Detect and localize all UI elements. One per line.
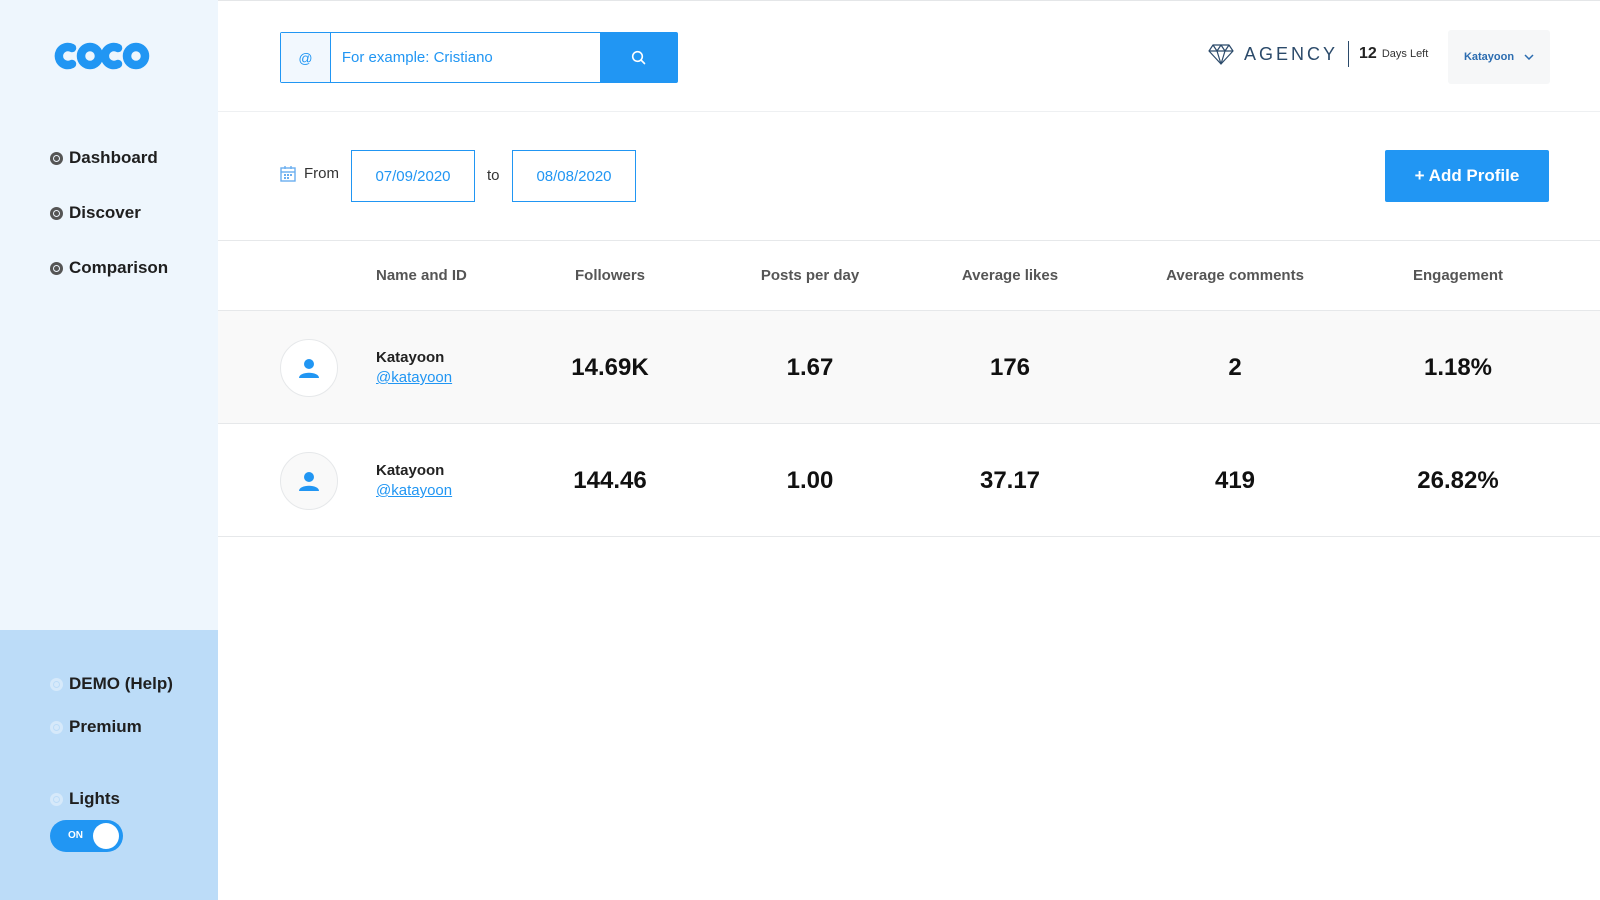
sidebar-bottom-panel <box>0 630 218 900</box>
sidebar-item-demo-help[interactable]: DEMO (Help) <box>50 674 173 694</box>
table-row[interactable]: Katayoon @katayoon 14.69K 1.67 176 2 1.1… <box>218 311 1600 424</box>
lights-toggle[interactable]: ON <box>50 820 123 852</box>
globe-icon <box>50 677 63 691</box>
to-label: to <box>487 167 500 184</box>
engagement-value: 1.18% <box>1423 354 1493 381</box>
column-header: Posts per day <box>760 267 860 284</box>
average-comments-value: 2 <box>1228 354 1242 381</box>
posts-per-day-value: 1.67 <box>786 354 834 381</box>
user-icon <box>299 359 319 378</box>
search-icon <box>631 50 645 64</box>
plan-name: AGENCY <box>1244 43 1339 64</box>
diamond-icon <box>1208 44 1234 65</box>
average-likes-value: 37.17 <box>979 467 1041 494</box>
user-name: Katayoon <box>1463 51 1515 63</box>
table-row[interactable]: Katayoon @katayoon 144.46 1.00 37.17 419… <box>218 424 1600 537</box>
toggle-knob <box>93 823 119 849</box>
column-header: Name and ID <box>376 267 467 284</box>
sidebar-item-label: Premium <box>69 717 142 736</box>
average-comments-value: 419 <box>1214 467 1256 494</box>
sidebar-item-dashboard[interactable]: Dashboard <box>50 148 158 168</box>
posts-per-day-value: 1.00 <box>786 467 834 494</box>
globe-icon <box>50 206 63 220</box>
toggle-state-label: ON <box>68 830 83 841</box>
engagement-value: 26.82% <box>1417 467 1499 494</box>
lights-label-text: Lights <box>69 789 120 808</box>
date-filter-bar: From 07/09/2020 to 08/08/2020 + Add Prof… <box>218 113 1600 241</box>
column-header: Average comments <box>1166 267 1304 284</box>
from-date-field[interactable]: 07/09/2020 <box>351 150 475 202</box>
sidebar-item-label: DEMO (Help) <box>69 674 173 693</box>
at-prefix: @ <box>281 33 331 82</box>
average-likes-value: 176 <box>989 354 1031 381</box>
sidebar-item-premium[interactable]: Premium <box>50 717 142 737</box>
main-content: @ AGENCY <box>218 0 1600 900</box>
sidebar: Dashboard Discover Comparison DEMO (Help… <box>0 0 218 900</box>
globe-icon <box>50 261 63 275</box>
from-label: From <box>280 165 339 182</box>
user-menu-button[interactable]: Katayoon <box>1448 30 1550 84</box>
search-input[interactable] <box>330 33 601 82</box>
add-profile-button[interactable]: + Add Profile <box>1385 150 1549 202</box>
column-header: Average likes <box>961 267 1059 284</box>
avatar <box>280 452 338 510</box>
calendar-icon <box>280 166 296 182</box>
sidebar-item-label: Comparison <box>69 258 169 277</box>
profile-name: Katayoon <box>376 462 445 479</box>
comparison-table: Name and ID Followers Posts per day Aver… <box>218 240 1600 537</box>
sidebar-item-label: Discover <box>69 203 141 222</box>
days-left-label: Days Left <box>1381 48 1429 60</box>
lights-label: Lights <box>50 789 120 809</box>
from-label-text: From <box>304 165 339 182</box>
top-bar: @ AGENCY <box>218 0 1600 112</box>
app-window: Dashboard Discover Comparison DEMO (Help… <box>0 0 1600 900</box>
search-button[interactable] <box>600 33 677 82</box>
column-header: Engagement <box>1412 267 1504 284</box>
coco-logo[interactable] <box>52 38 158 79</box>
sidebar-item-discover[interactable]: Discover <box>50 203 141 223</box>
column-header: Followers <box>574 267 646 284</box>
divider <box>1348 41 1350 67</box>
avatar <box>280 339 338 397</box>
days-left-count: 12 <box>1359 45 1377 62</box>
bulb-icon <box>50 792 63 806</box>
profile-name: Katayoon <box>376 349 445 366</box>
globe-icon <box>50 151 63 165</box>
to-date-field[interactable]: 08/08/2020 <box>512 150 636 202</box>
profile-handle-link[interactable]: @katayoon <box>376 482 452 499</box>
search-bar: @ <box>280 32 678 83</box>
followers-value: 14.69K <box>571 354 649 381</box>
user-icon <box>299 472 319 491</box>
chevron-down-icon <box>1524 51 1534 63</box>
followers-value: 144.46 <box>573 467 647 494</box>
profile-handle-link[interactable]: @katayoon <box>376 369 452 386</box>
sidebar-item-label: Dashboard <box>69 148 158 167</box>
table-header: Name and ID Followers Posts per day Aver… <box>218 240 1600 311</box>
globe-icon <box>50 720 63 734</box>
plan-info: AGENCY 12 Days Left <box>1208 41 1428 67</box>
sidebar-item-comparison[interactable]: Comparison <box>50 258 168 278</box>
